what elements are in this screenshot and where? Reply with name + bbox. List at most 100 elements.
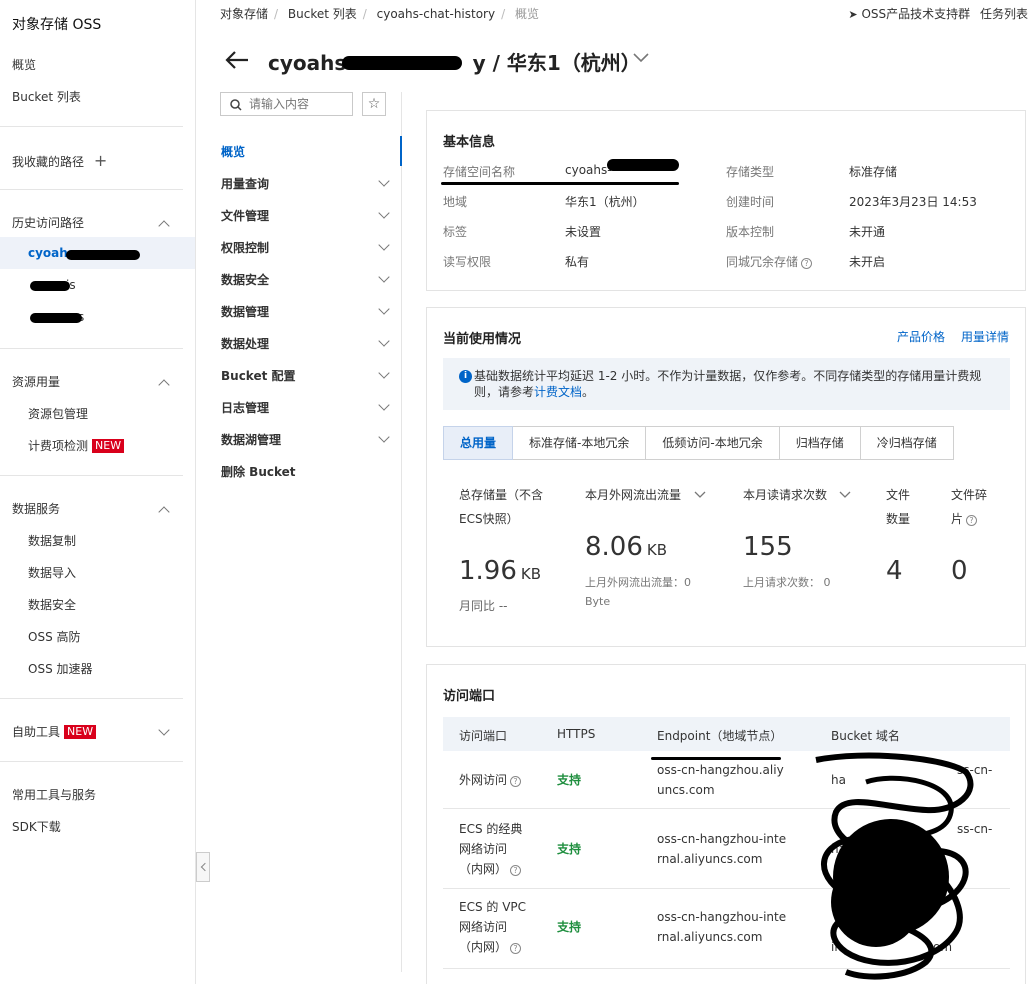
- sidebar-item-bucket-list[interactable]: Bucket 列表: [12, 88, 81, 105]
- subnav-item-files[interactable]: 文件管理: [221, 207, 269, 224]
- chevron-up-icon[interactable]: [160, 222, 170, 232]
- tab-archive[interactable]: 归档存储: [779, 426, 861, 460]
- storage-metric-label: 总存储量（不含ECS快照）: [459, 488, 544, 526]
- subnav-item-overview[interactable]: 概览: [221, 143, 245, 160]
- breadcrumb-bucket[interactable]: cyoahs-chat-history: [377, 7, 495, 21]
- sidebar-item-package[interactable]: 资源包管理: [28, 405, 88, 422]
- tags-label: 标签: [443, 225, 468, 239]
- chevron-down-icon[interactable]: [633, 52, 649, 64]
- sidebar-item-anti-ddos[interactable]: OSS 高防: [28, 628, 81, 645]
- breadcrumb-bucket-list[interactable]: Bucket 列表: [288, 7, 357, 21]
- usage-detail-link[interactable]: 用量详情: [961, 328, 1009, 345]
- help-icon[interactable]: ?: [510, 776, 522, 787]
- help-icon[interactable]: ?: [510, 943, 522, 954]
- card-title: 访问端口: [443, 689, 496, 704]
- storage-number: 1.96: [459, 556, 517, 586]
- endpoint-value[interactable]: oss-cn-hangzhou-internal.aliyuncs.com: [657, 829, 787, 869]
- sidebar-section-history[interactable]: 历史访问路径: [12, 214, 84, 231]
- tab-total[interactable]: 总用量: [443, 426, 514, 460]
- support-group-link[interactable]: OSS产品技术支持群: [861, 7, 970, 21]
- subnav-item-data-management[interactable]: 数据管理: [221, 303, 269, 320]
- divider: [0, 761, 183, 762]
- help-icon[interactable]: ?: [966, 515, 978, 526]
- title-region: y / 华东1（杭州）: [472, 51, 641, 75]
- help-icon[interactable]: ?: [801, 258, 813, 269]
- chevron-down-icon[interactable]: [380, 401, 390, 411]
- subnav-item-data-lake[interactable]: 数据湖管理: [221, 431, 281, 448]
- chevron-down-icon[interactable]: [380, 273, 390, 283]
- top-right-links: ➤ OSS产品技术支持群 任务列表: [848, 5, 1028, 22]
- subnav-item-data-processing[interactable]: 数据处理: [221, 335, 269, 352]
- billing-doc-link[interactable]: 计费文档: [534, 385, 582, 399]
- chevron-up-icon[interactable]: [160, 381, 170, 391]
- search-box[interactable]: [220, 92, 353, 116]
- port-name: ECS 的经典网络访问（内网）?: [459, 819, 529, 879]
- redaction-mark: [30, 281, 70, 291]
- requests-metric-label: 本月读请求次数: [743, 488, 828, 502]
- storage-type-value: 标准存储: [849, 165, 898, 179]
- subnav-item-bucket-config[interactable]: Bucket 配置: [221, 367, 296, 384]
- storage-class-tabs: 总用量 标准存储-本地冗余 低频访问-本地冗余 归档存储 冷归档存储: [443, 426, 954, 460]
- sidebar-section-resources[interactable]: 资源用量: [12, 373, 60, 390]
- sidebar-section-data-services[interactable]: 数据服务: [12, 500, 60, 517]
- subnav-item-delete-bucket[interactable]: 删除 Bucket: [221, 463, 296, 480]
- redaction-mark: [342, 56, 462, 70]
- chevron-down-icon[interactable]: [380, 433, 390, 443]
- subnav-item-permissions[interactable]: 权限控制: [221, 239, 269, 256]
- versioning-label: 版本控制: [726, 225, 775, 239]
- sidebar-item-security[interactable]: 数据安全: [28, 596, 76, 613]
- traffic-prev: 上月外网流出流量：0 Byte: [585, 576, 691, 608]
- sidebar-item-sdk[interactable]: SDK下载: [12, 818, 61, 835]
- breadcrumb: 对象存储 / Bucket 列表 / cyoahs-chat-history / 概览: [220, 7, 539, 21]
- endpoint-value[interactable]: oss-cn-hangzhou-internal.aliyuncs.com: [657, 907, 787, 947]
- traffic-metric-label: 本月外网流出流量: [585, 483, 681, 507]
- search-input[interactable]: [249, 95, 349, 113]
- tab-standard[interactable]: 标准存储-本地冗余: [513, 426, 647, 460]
- sidebar-item-replication[interactable]: 数据复制: [28, 532, 76, 549]
- underline-mark: [441, 182, 679, 185]
- task-list-link[interactable]: 任务列表: [980, 7, 1028, 21]
- help-icon[interactable]: ?: [510, 865, 522, 876]
- fragments-metric-label: 文件碎片?: [951, 483, 995, 531]
- price-link[interactable]: 产品价格: [897, 328, 945, 345]
- chevron-down-icon[interactable]: [380, 369, 390, 379]
- chevron-down-icon[interactable]: [380, 209, 390, 219]
- breadcrumb-oss[interactable]: 对象存储: [220, 7, 268, 21]
- plus-icon[interactable]: +: [94, 151, 107, 170]
- chevron-down-icon[interactable]: [380, 177, 390, 187]
- sidebar-collapse-button[interactable]: [196, 852, 210, 882]
- col-endpoint: Endpoint（地域节点）: [657, 729, 783, 743]
- subnav-item-data-security[interactable]: 数据安全: [221, 271, 269, 288]
- info-icon: i: [459, 370, 472, 383]
- chevron-down-icon[interactable]: [380, 241, 390, 251]
- sidebar-item-overview[interactable]: 概览: [12, 56, 36, 73]
- sidebar-item-billing-check[interactable]: 计费项检测 NEW: [28, 437, 125, 454]
- endpoint-value[interactable]: oss-cn-hangzhou.aliyuncs.com: [657, 760, 787, 800]
- sidebar-item-accelerator[interactable]: OSS 加速器: [28, 660, 93, 677]
- col-domain: Bucket 域名: [831, 729, 900, 743]
- back-arrow-icon[interactable]: [224, 48, 250, 72]
- chevron-up-icon[interactable]: [160, 508, 170, 518]
- billing-check-label: 计费项检测: [28, 439, 89, 453]
- tags-value: 未设置: [565, 225, 602, 239]
- search-icon: [230, 99, 242, 111]
- sidebar-section-self-tools[interactable]: 自助工具 NEW: [12, 723, 97, 740]
- divider: [0, 189, 183, 190]
- sidebar-item-import[interactable]: 数据导入: [28, 564, 76, 581]
- subnav-item-usage[interactable]: 用量查询: [221, 175, 269, 192]
- sidebar-item-favorites[interactable]: 我收藏的路径 +: [12, 151, 107, 170]
- tab-cold-archive[interactable]: 冷归档存储: [860, 426, 954, 460]
- chevron-down-icon[interactable]: [380, 305, 390, 315]
- divider: [0, 475, 183, 476]
- sidebar-item-tools[interactable]: 常用工具与服务: [12, 786, 96, 803]
- subnav-item-logs[interactable]: 日志管理: [221, 399, 269, 416]
- chevron-down-icon[interactable]: [380, 337, 390, 347]
- bucket-name-value: cyoahs-: [565, 163, 612, 177]
- chevron-down-icon[interactable]: [839, 491, 851, 499]
- chevron-down-icon[interactable]: [160, 726, 170, 736]
- favorite-star-button[interactable]: ☆: [362, 92, 386, 116]
- chevron-down-icon[interactable]: [694, 491, 706, 499]
- tab-ia[interactable]: 低频访问-本地冗余: [646, 426, 780, 460]
- port-text: 外网访问: [459, 773, 508, 787]
- table-header: 访问端口 HTTPS Endpoint（地域节点） Bucket 域名: [443, 717, 1010, 751]
